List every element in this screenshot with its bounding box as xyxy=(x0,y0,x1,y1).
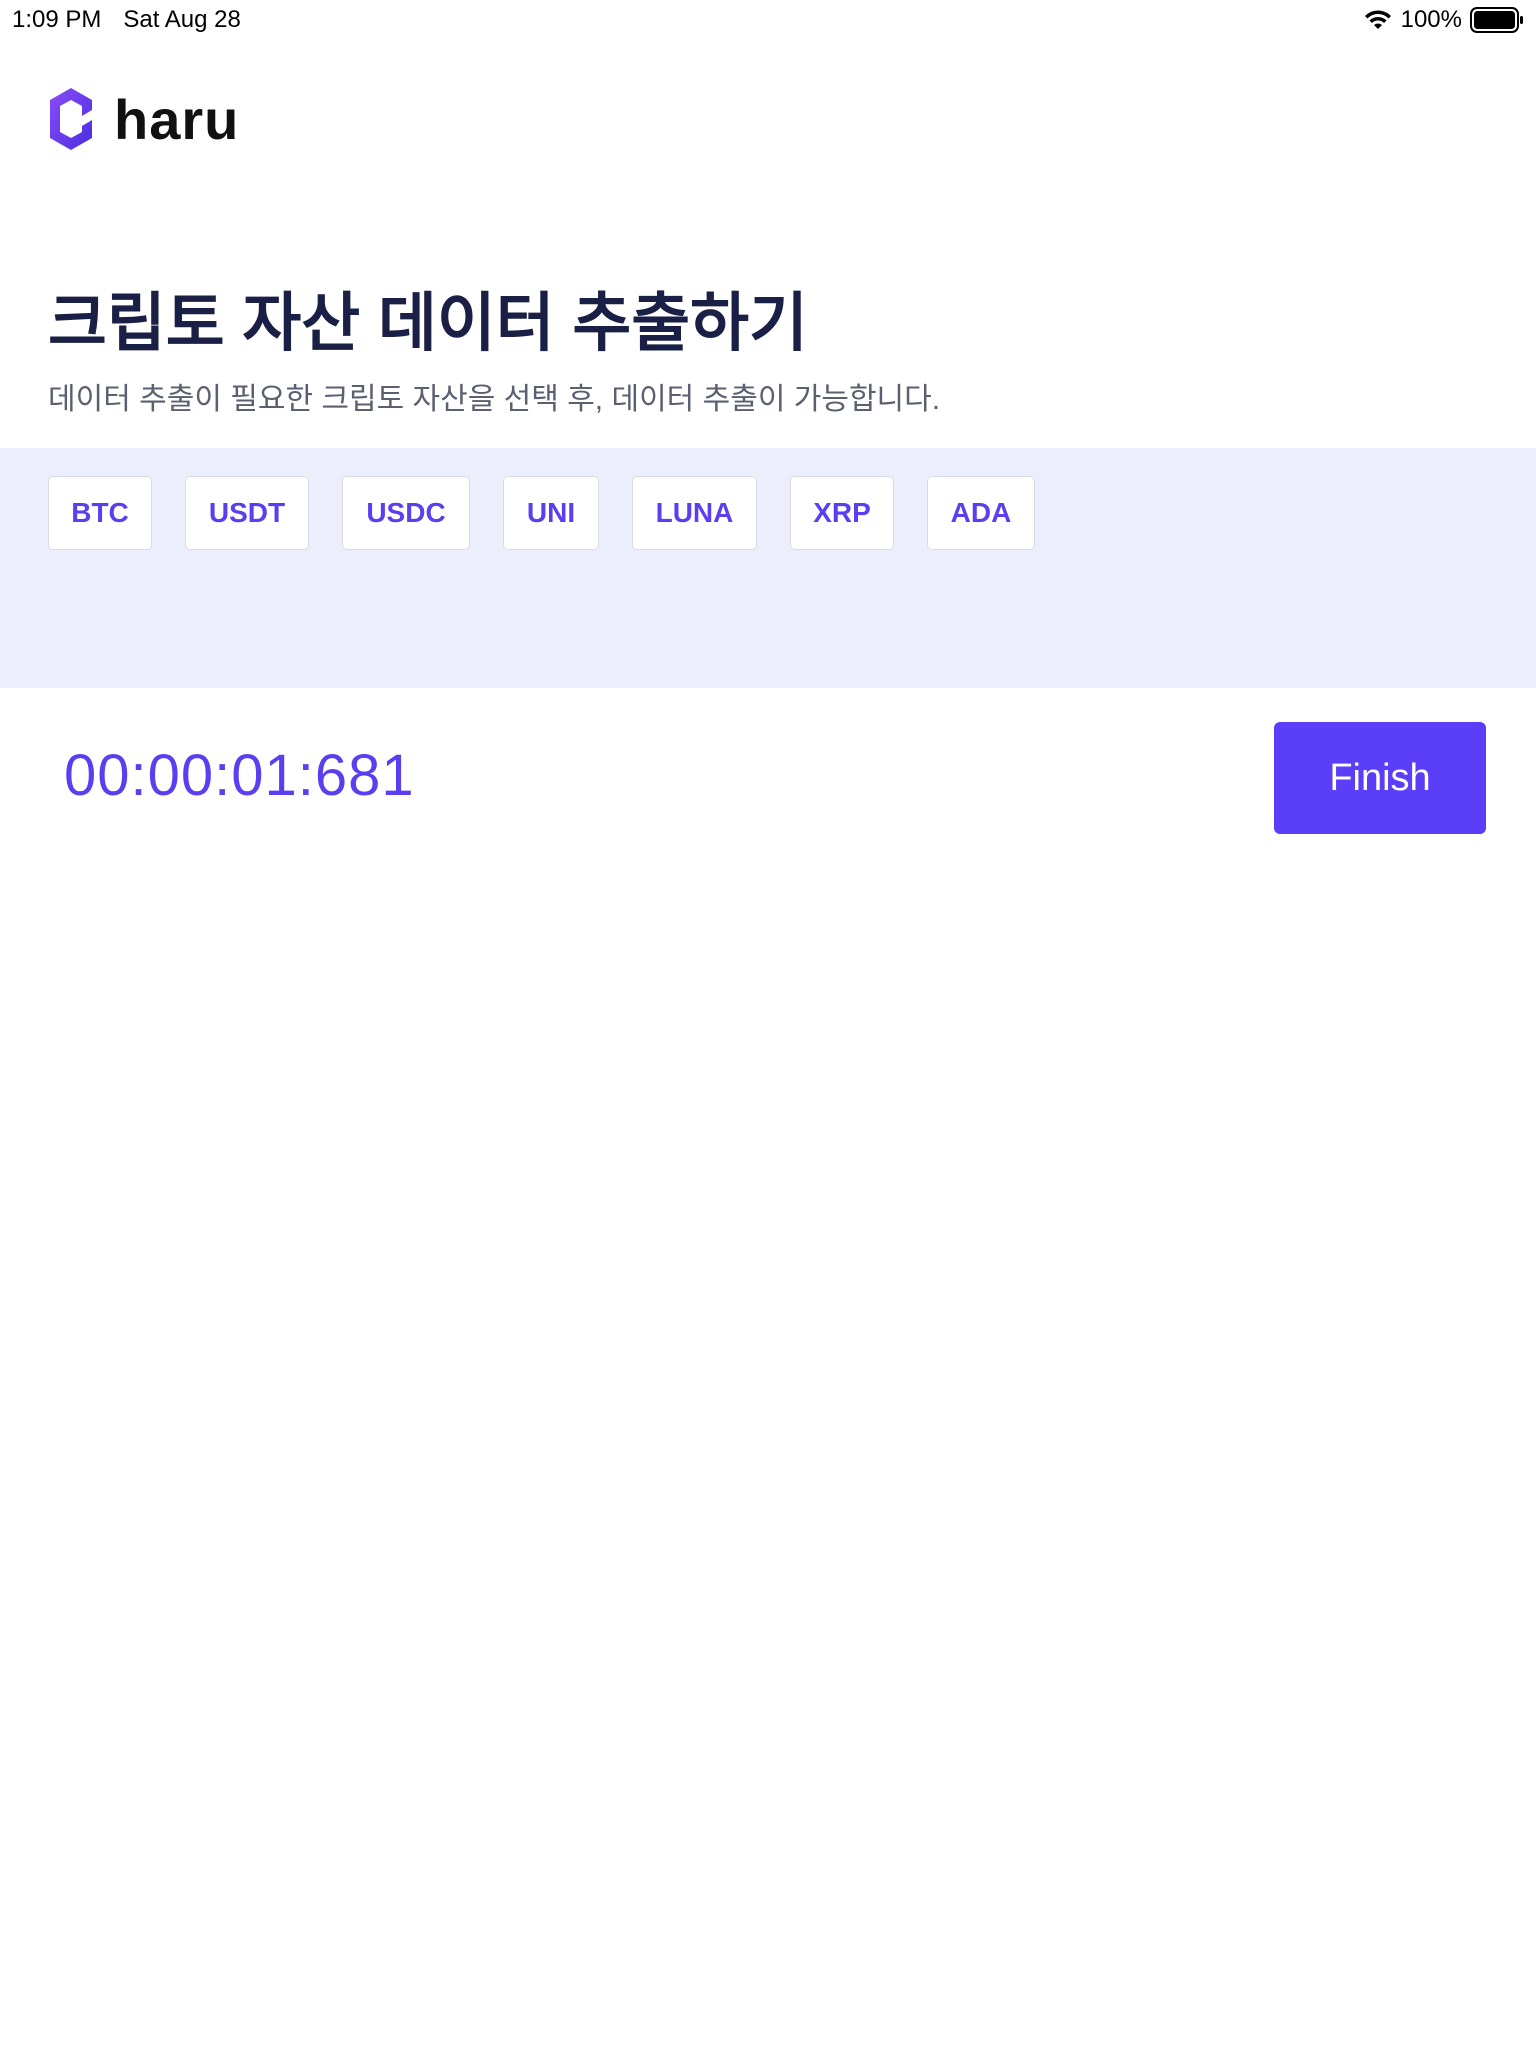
finish-button[interactable]: Finish xyxy=(1274,722,1486,834)
wifi-icon xyxy=(1364,10,1391,29)
status-left: 1:09 PM Sat Aug 28 xyxy=(12,6,241,34)
asset-list: BTC USDT USDC UNI LUNA XRP ADA xyxy=(48,476,1068,550)
elapsed-timer: 00:00:01:681 xyxy=(64,743,415,808)
asset-chip-xrp[interactable]: XRP xyxy=(790,476,894,550)
page-title: 크립토 자산 데이터 추출하기 xyxy=(48,287,808,359)
asset-chip-uni[interactable]: UNI xyxy=(503,476,599,550)
status-bar: 1:09 PM Sat Aug 28 100% xyxy=(0,0,1536,40)
status-right: 100% xyxy=(1363,6,1524,34)
asset-selection-panel: BTC USDT USDC UNI LUNA XRP ADA xyxy=(0,448,1536,688)
hexagon-logo-icon xyxy=(50,88,92,150)
asset-chip-luna[interactable]: LUNA xyxy=(632,476,757,550)
brand: haru xyxy=(48,86,239,152)
status-date: Sat Aug 28 xyxy=(123,6,241,33)
status-time: 1:09 PM xyxy=(12,6,102,33)
brand-name: haru xyxy=(114,87,240,151)
page-subtitle: 데이터 추출이 필요한 크립토 자산을 선택 후, 데이터 추출이 가능합니다. xyxy=(48,383,941,416)
asset-chip-btc[interactable]: BTC xyxy=(48,476,152,550)
battery-percent: 100% xyxy=(1400,6,1462,33)
asset-chip-usdc[interactable]: USDC xyxy=(342,476,470,550)
asset-chip-ada[interactable]: ADA xyxy=(927,476,1035,550)
asset-chip-usdt[interactable]: USDT xyxy=(185,476,309,550)
battery-icon xyxy=(1470,7,1523,33)
